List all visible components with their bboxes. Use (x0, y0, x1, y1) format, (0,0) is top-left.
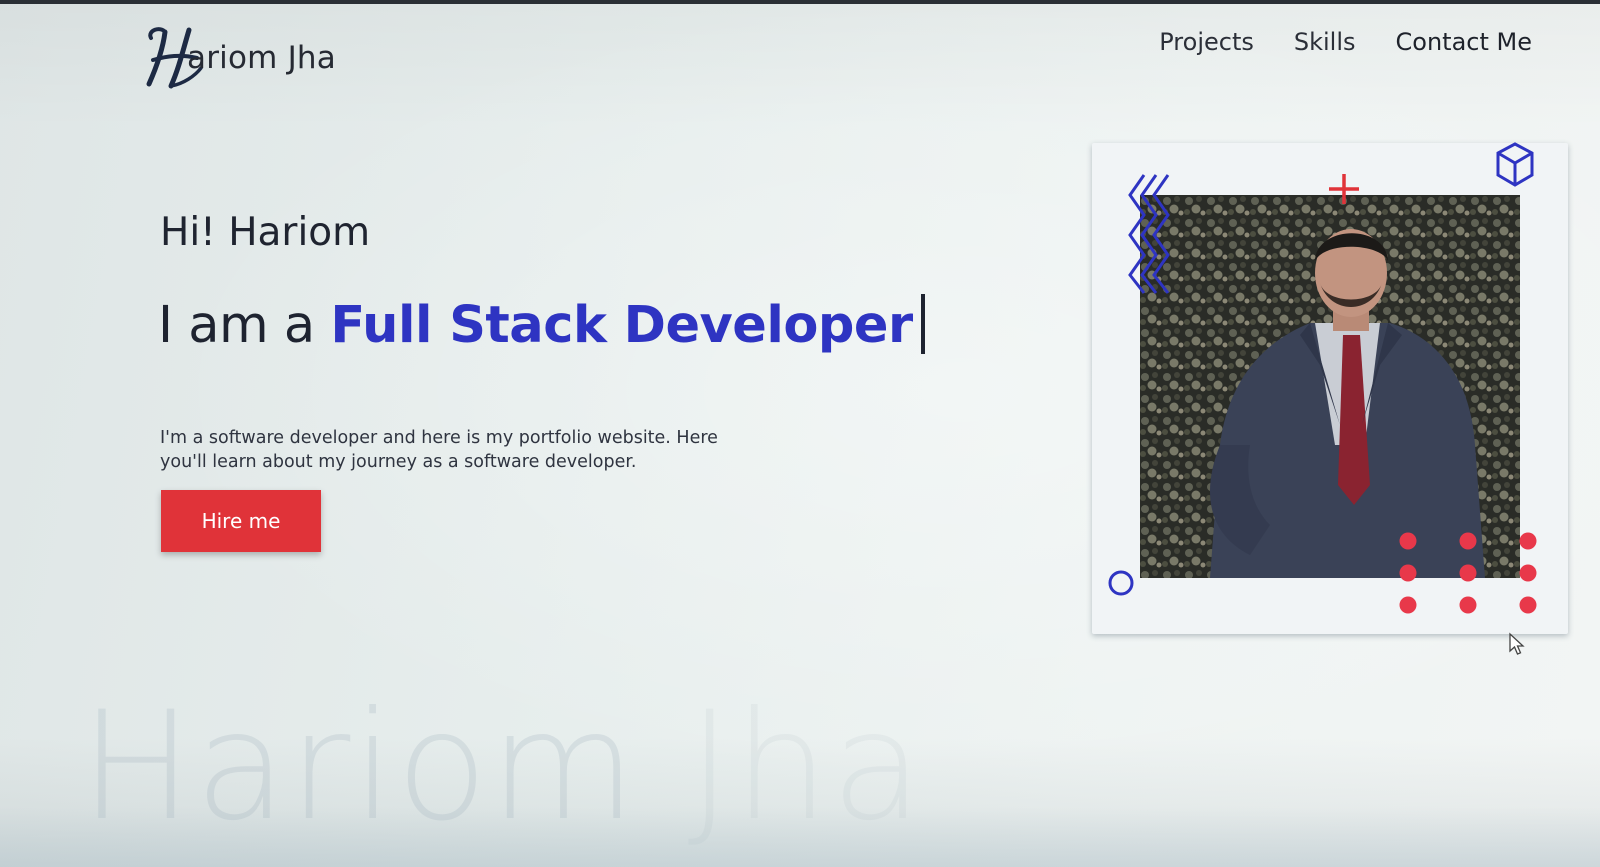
profile-photo (1140, 195, 1520, 578)
hero-intro: I'm a software developer and here is my … (160, 427, 718, 472)
site-logo[interactable]: ariom Jha (143, 22, 336, 90)
plus-icon (1329, 174, 1359, 204)
hero-headline: I am a Full Stack Developer (158, 294, 925, 355)
zigzag-icon (1128, 174, 1170, 294)
hero-greeting: Hi! Hariom (160, 210, 371, 255)
screen-bottom-glare (0, 807, 1600, 867)
typing-caret (920, 294, 925, 354)
screen-bezel-edge (0, 0, 1600, 4)
nav-skills[interactable]: Skills (1294, 28, 1356, 56)
headline-lead: I am a (158, 296, 331, 355)
hire-me-button[interactable]: Hire me (161, 490, 321, 552)
mouse-cursor-icon (1509, 632, 1525, 655)
circle-icon (1108, 570, 1134, 596)
nav-projects[interactable]: Projects (1159, 28, 1254, 56)
headline-role: Full Stack Developer (330, 296, 913, 355)
nav-contact-me[interactable]: Contact Me (1396, 28, 1532, 56)
logo-text: ariom Jha (187, 40, 336, 76)
dot-grid-icon (1399, 532, 1537, 614)
profile-photo-card (1092, 142, 1568, 634)
main-nav: Projects Skills Contact Me (1159, 28, 1532, 56)
cube-icon (1496, 142, 1534, 187)
profile-photo-illustration (1140, 195, 1520, 578)
